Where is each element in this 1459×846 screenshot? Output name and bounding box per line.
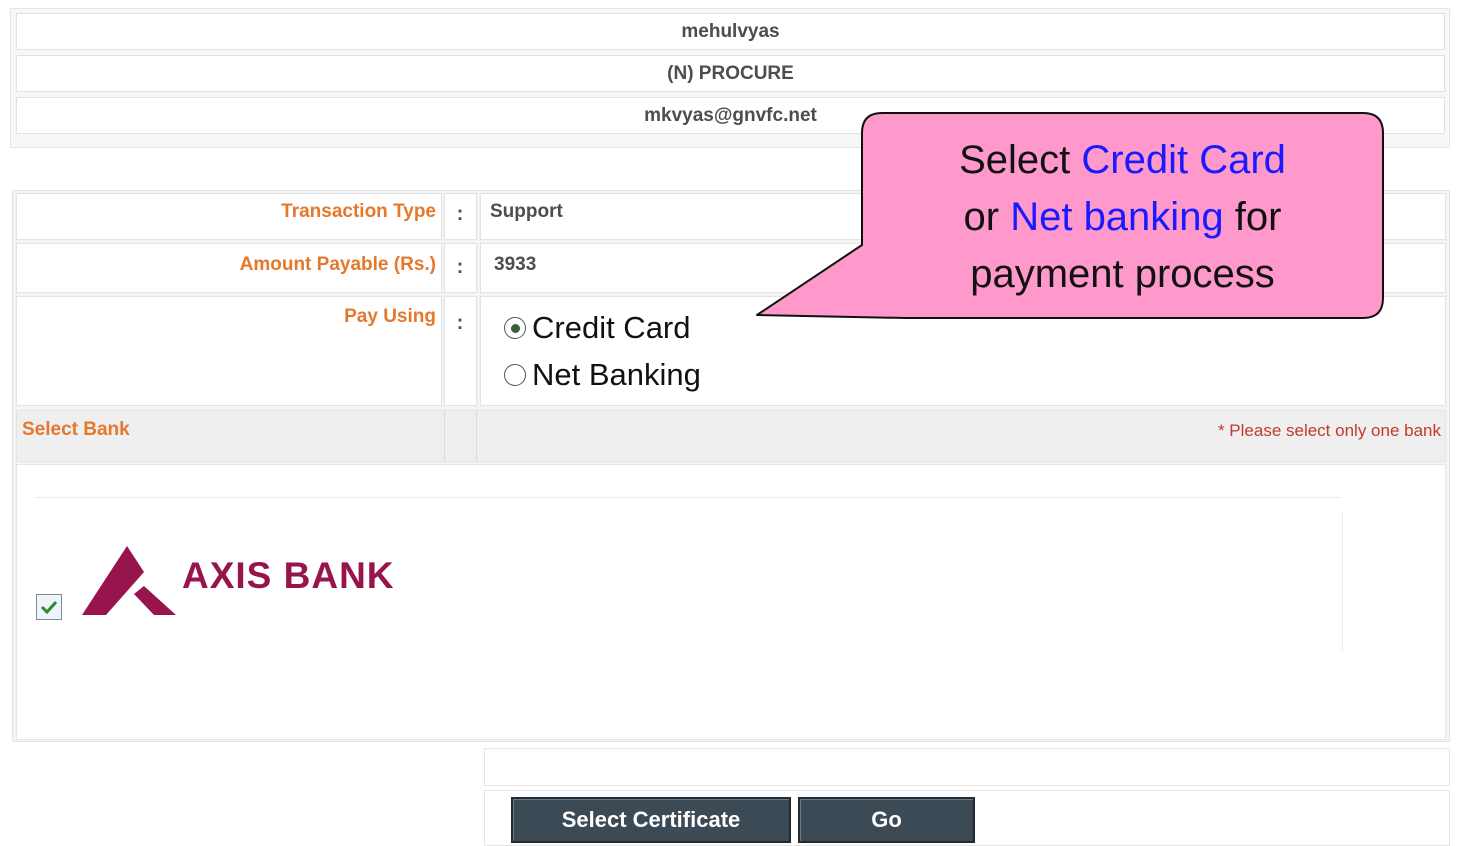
callout-line-2: or Net banking for: [963, 195, 1282, 239]
credit-card-option[interactable]: Credit Card: [504, 310, 691, 346]
bank-list-panel: [16, 464, 1446, 740]
bank-list-divider: [34, 497, 1342, 498]
transaction-type-value: Support: [490, 201, 563, 222]
credit-card-label[interactable]: Credit Card: [532, 310, 691, 346]
callout-line-3: payment process: [970, 252, 1275, 296]
select-bank-label: Select Bank: [22, 419, 130, 440]
user-department-row: (N) PROCURE: [16, 55, 1445, 92]
select-bank-note: * Please select only one bank: [1217, 421, 1441, 440]
net-banking-radio[interactable]: [504, 364, 526, 386]
check-icon: [40, 600, 58, 614]
radio-selected-dot: [510, 323, 520, 333]
user-name: mehulvyas: [681, 20, 780, 42]
net-banking-option[interactable]: Net Banking: [504, 357, 701, 393]
certificate-info-row: [484, 748, 1450, 786]
callout-line-1: Select Credit Card: [959, 138, 1286, 182]
axis-bank-logo-icon: [82, 546, 176, 616]
callout-credit-card-highlight: Credit Card: [1081, 138, 1286, 182]
amount-value: 3933: [494, 254, 537, 275]
user-name-row: mehulvyas: [16, 13, 1445, 50]
callout-text: Select Credit Card or Net banking for pa…: [870, 132, 1375, 303]
callout-net-banking-highlight: Net banking: [1010, 195, 1224, 239]
go-button[interactable]: Go: [798, 797, 975, 843]
transaction-type-label: Transaction Type: [281, 201, 436, 222]
transaction-type-colon: :: [456, 203, 464, 225]
credit-card-radio[interactable]: [504, 317, 526, 339]
pay-using-colon: :: [456, 312, 464, 334]
bank-list-side-divider: [1342, 512, 1343, 652]
amount-label: Amount Payable (Rs.): [239, 254, 436, 275]
select-bank-divider: [444, 410, 477, 462]
amount-colon: :: [456, 256, 464, 278]
axis-bank-checkbox[interactable]: [36, 594, 62, 620]
net-banking-label[interactable]: Net Banking: [532, 357, 701, 393]
select-certificate-button[interactable]: Select Certificate: [511, 797, 791, 843]
user-department: (N) PROCURE: [667, 62, 794, 84]
axis-bank-name: AXIS BANK: [182, 555, 395, 596]
pay-using-label: Pay Using: [344, 306, 436, 327]
